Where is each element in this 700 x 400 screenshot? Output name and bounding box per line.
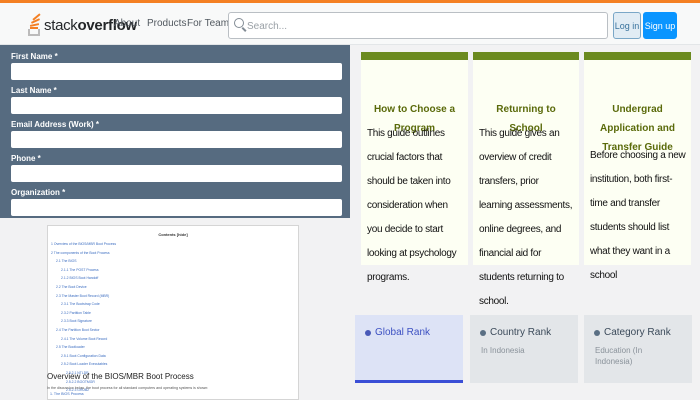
guide-card-choose-program[interactable]: How to Choose a Program This guide outli… [361,52,468,283]
toc-item[interactable]: 2.4.1 The Volume Boot Record [61,337,107,341]
guide-card-undergrad-transfer[interactable]: Undergrad Application and Transfer Guide… [584,52,691,281]
document-caption: Overview of the BIOS/MBR Boot Process [47,372,194,381]
card-body: This guide outlines crucial factors that… [367,128,457,283]
top-header: stackoverflow About Products For Teams L… [0,0,700,45]
tab-country-rank[interactable]: Country Rank In Indonesia [470,315,578,383]
tab-category-rank[interactable]: Category Rank Education (In Indonesia) [584,315,692,383]
stack-logo-icon [28,13,41,36]
toc-item[interactable]: 1 Overview of the BIOS/MBR Boot Process [51,242,116,246]
document-subtext-link[interactable]: 1. The BIOS Process [50,392,84,396]
contact-form: First Name * Last Name * Email Address (… [0,45,350,218]
email-field[interactable] [11,131,342,148]
toc-item[interactable]: 2.1 The BIOS [56,259,76,263]
toc-item[interactable]: 2.3 The Master Boot Record (MBR) [56,294,109,298]
toc-item[interactable]: 2.5.2 Boot Loader Executables [61,362,107,366]
last-name-field[interactable] [11,97,342,114]
phone-field[interactable] [11,165,342,182]
nav-for-teams[interactable]: For Teams [187,18,234,29]
rank-subtitle: In Indonesia [481,346,525,355]
card-body: Before choosing a new institution, both … [590,150,686,281]
contents-title: Contents [hide] [158,232,188,237]
toc-item[interactable]: 2.3.3 Boot Signature [61,319,92,323]
signup-button[interactable]: Sign up [643,12,677,39]
toc-item[interactable]: 2.5 The Bootloader [56,345,85,349]
toc-item[interactable]: 2.3.1 The Bootstrap Code [61,302,100,306]
global-rank-icon [365,330,371,336]
phone-label: Phone * [11,154,41,163]
toc-item[interactable]: 2 The components of the Boot Process [51,251,110,255]
toc-item[interactable]: 2.3.2 Partition Table [61,311,91,315]
rank-title: Global Rank [375,327,431,338]
toc-item[interactable]: 2.1.1 The POST Process [61,268,99,272]
country-rank-icon [480,330,486,336]
search-icon [234,18,244,28]
rank-title: Category Rank [604,327,671,338]
rank-title: Country Rank [490,327,552,338]
search-input[interactable] [245,17,599,36]
rank-subtitle: Education (In Indonesia) [595,346,643,366]
organization-field[interactable] [11,199,342,216]
guide-card-returning-to-school[interactable]: Returning to School This guide gives an … [473,52,579,307]
login-button[interactable]: Log in [613,12,641,39]
organization-label: Organization * [11,188,66,197]
last-name-label: Last Name * [11,86,57,95]
document-subtext: In the discussion below, the boot proces… [47,386,209,390]
toc-item[interactable]: 2.4 The Partition Boot Sector [56,328,99,332]
first-name-field[interactable] [11,63,342,80]
nav-products[interactable]: Products [147,18,186,29]
tab-global-rank[interactable]: Global Rank [355,315,463,383]
toc-item[interactable]: 2.5.1 Boot Configuration Data [61,354,106,358]
email-label: Email Address (Work) * [11,120,100,129]
first-name-label: First Name * [11,52,58,61]
search-box[interactable] [228,12,608,39]
toc-item[interactable]: 2.2 The Boot Device [56,285,87,289]
category-rank-icon [594,330,600,336]
nav-about[interactable]: About [114,18,140,29]
toc-item[interactable]: 2.1.2 BIOS Boot Handoff [61,276,98,280]
card-body: This guide gives an overview of credit t… [479,128,573,307]
